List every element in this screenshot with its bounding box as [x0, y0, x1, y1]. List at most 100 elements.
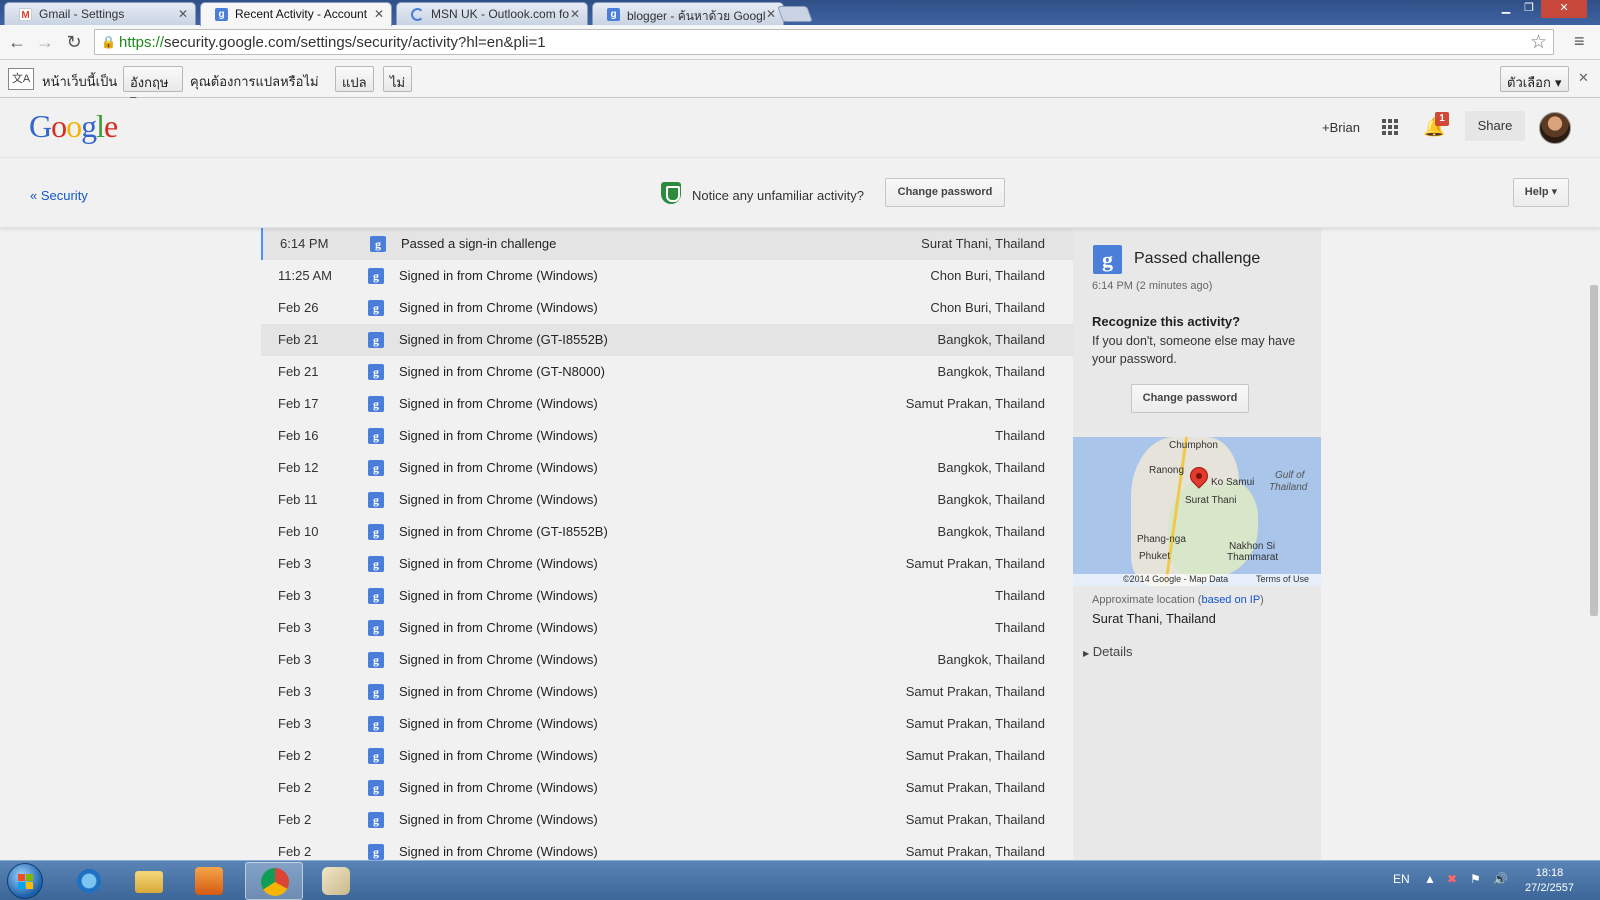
map-label: Gulf of — [1275, 470, 1305, 481]
activity-row[interactable]: Feb 3 g Signed in from Chrome (Windows) Tha… — [261, 612, 1073, 644]
taskbar-media-player[interactable] — [180, 862, 238, 900]
new-tab-button[interactable] — [777, 6, 813, 22]
restore-icon[interactable]: ❐ — [1518, 0, 1540, 18]
activity-row[interactable]: Feb 21 g Signed in from Chrome (GT-N8000) B… — [261, 356, 1073, 388]
window-close-icon[interactable]: ✕ — [1541, 0, 1587, 18]
notification-badge: 1 — [1435, 112, 1449, 126]
activity-row[interactable]: Feb 11 g Signed in from Chrome (Windows) Ba… — [261, 484, 1073, 516]
taskbar-ie[interactable] — [60, 862, 118, 900]
tray-expand-icon[interactable]: ▲ — [1424, 872, 1436, 886]
activity-description: Signed in from Chrome (Windows) — [399, 748, 598, 763]
activity-description: Signed in from Chrome (Windows) — [399, 780, 598, 795]
taskbar-paint[interactable] — [307, 862, 365, 900]
google-account-icon: g — [1093, 245, 1122, 274]
system-clock[interactable]: 18:18 27/2/2557 — [1512, 866, 1587, 896]
apps-grid-icon[interactable] — [1382, 119, 1398, 135]
activity-row[interactable]: Feb 17 g Signed in from Chrome (Windows) Sa… — [261, 388, 1073, 420]
activity-location: Chon Buri, Thailand — [930, 300, 1045, 315]
activity-date: Feb 2 — [278, 812, 312, 827]
activity-row[interactable]: Feb 3 g Signed in from Chrome (Windows) Sam… — [261, 676, 1073, 708]
forward-arrow-icon[interactable]: → — [34, 31, 56, 53]
activity-date: Feb 3 — [278, 556, 312, 571]
activity-row[interactable]: Feb 3 g Signed in from Chrome (Windows) Ban… — [261, 644, 1073, 676]
details-toggle[interactable]: ▶ Details — [1083, 644, 1133, 659]
activity-row[interactable]: Feb 10 g Signed in from Chrome (GT-I8552B)… — [261, 516, 1073, 548]
no-translate-button[interactable]: ไม่ — [383, 66, 413, 92]
activity-location: Samut Prakan, Thailand — [905, 780, 1045, 795]
tab-title: Gmail - Settings — [39, 7, 125, 21]
activity-list: 6:14 PM g Passed a sign-in challenge Surat … — [261, 228, 1073, 860]
activity-row[interactable]: Feb 26 g Signed in from Chrome (Windows) Ch… — [261, 292, 1073, 324]
tab-gmail-settings[interactable]: M Gmail - Settings ✕ — [4, 2, 196, 25]
action-center-icon[interactable]: ⚑ — [1470, 872, 1481, 886]
translate-button[interactable]: แปล — [335, 66, 374, 92]
user-name-link[interactable]: +Brian — [1322, 120, 1360, 135]
activity-location: Bangkok, Thailand — [937, 492, 1045, 507]
activity-description: Signed in from Chrome (Windows) — [399, 716, 598, 731]
google-account-icon: g — [368, 780, 384, 796]
activity-row[interactable]: Feb 3 g Signed in from Chrome (Windows) Sam… — [261, 708, 1073, 740]
based-on-ip-link[interactable]: based on IP — [1201, 594, 1260, 606]
taskbar-chrome[interactable] — [245, 862, 303, 900]
activity-location: Samut Prakan, Thailand — [905, 716, 1045, 731]
back-to-security-link[interactable]: « Security — [30, 188, 88, 203]
activity-row[interactable]: 6:14 PM g Passed a sign-in challenge Surat … — [261, 228, 1073, 260]
help-button[interactable]: Help ▾ — [1513, 178, 1569, 207]
change-password-button[interactable]: Change password — [885, 178, 1005, 207]
avatar[interactable] — [1539, 112, 1571, 144]
star-icon[interactable]: ☆ — [1530, 31, 1547, 54]
loading-icon — [411, 8, 424, 21]
approx-suffix: ) — [1260, 594, 1264, 606]
activity-description: Signed in from Chrome (Windows) — [399, 844, 598, 859]
tab-msn-outlook[interactable]: MSN UK - Outlook.com fo ✕ — [396, 2, 588, 25]
google-account-icon: g — [368, 428, 384, 444]
google-logo[interactable]: Google — [29, 108, 118, 145]
activity-row[interactable]: Feb 2 g Signed in from Chrome (Windows) Sam… — [261, 804, 1073, 836]
volume-icon[interactable]: 🔊 — [1493, 872, 1508, 886]
clock-time: 18:18 — [1535, 867, 1564, 879]
close-icon[interactable]: ✕ — [374, 7, 384, 21]
close-icon[interactable]: ✕ — [766, 7, 776, 21]
unfamiliar-activity-notice: Notice any unfamiliar activity? — [692, 188, 864, 203]
google-account-icon: g — [368, 492, 384, 508]
activity-row[interactable]: Feb 3 g Signed in from Chrome (Windows) Sam… — [261, 548, 1073, 580]
activity-row[interactable]: 11:25 AM g Signed in from Chrome (Windows)… — [261, 260, 1073, 292]
chrome-menu-icon[interactable]: ≡ — [1574, 31, 1585, 52]
tab-blogger-search[interactable]: g blogger - ค้นหาด้วย Googl ✕ — [592, 2, 784, 25]
panel-change-password-button[interactable]: Change password — [1131, 384, 1249, 413]
translate-options-button[interactable]: ตัวเลือก ▾ — [1500, 66, 1569, 92]
clock-date: 27/2/2557 — [1525, 882, 1574, 894]
activity-row[interactable]: Feb 2 g Signed in from Chrome (Windows) Sam… — [261, 772, 1073, 804]
activity-date: Feb 3 — [278, 588, 312, 603]
activity-row[interactable]: Feb 16 g Signed in from Chrome (Windows) Th… — [261, 420, 1073, 452]
activity-row[interactable]: Feb 21 g Signed in from Chrome (GT-I8552B)… — [261, 324, 1073, 356]
activity-row[interactable]: Feb 2 g Signed in from Chrome (Windows) Sam… — [261, 836, 1073, 860]
location-map[interactable]: Chumphon Ranong Ko Samui Gulf of Thailan… — [1073, 437, 1321, 586]
close-icon[interactable]: ✕ — [178, 7, 188, 21]
close-icon[interactable]: ✕ — [570, 7, 580, 21]
activity-row[interactable]: Feb 3 g Signed in from Chrome (Windows) Tha… — [261, 580, 1073, 612]
activity-location: Thailand — [995, 428, 1045, 443]
tab-recent-activity[interactable]: g Recent Activity - Account ✕ — [200, 2, 392, 26]
media-player-icon — [195, 867, 223, 895]
activity-row[interactable]: Feb 2 g Signed in from Chrome (Windows) Sam… — [261, 740, 1073, 772]
taskbar-explorer[interactable] — [120, 862, 178, 900]
language-select[interactable]: อังกฤษ ▾ — [123, 66, 183, 108]
windows-start-icon[interactable] — [7, 863, 43, 899]
share-button[interactable]: Share — [1465, 111, 1525, 141]
network-icon[interactable]: ✖ — [1447, 872, 1457, 886]
activity-row[interactable]: Feb 12 g Signed in from Chrome (Windows) Ba… — [261, 452, 1073, 484]
map-terms-link[interactable]: Terms of Use — [1256, 574, 1309, 584]
close-translate-icon[interactable]: ✕ — [1578, 70, 1589, 86]
google-search-icon: g — [607, 8, 620, 21]
logo-letter: l — [96, 108, 105, 144]
reload-icon[interactable]: ↻ — [63, 31, 85, 53]
triangle-right-icon: ▶ — [1083, 649, 1090, 658]
google-account-icon: g — [368, 620, 384, 636]
scrollbar-thumb[interactable] — [1590, 285, 1598, 616]
language-indicator[interactable]: EN — [1393, 872, 1410, 886]
back-arrow-icon[interactable]: ← — [6, 31, 28, 53]
address-bar[interactable]: 🔒 https://security.google.com/settings/s… — [94, 29, 1554, 55]
recognize-text: If you don't, someone else may have your… — [1092, 334, 1296, 366]
minimize-icon[interactable]: ▁ — [1495, 0, 1517, 18]
